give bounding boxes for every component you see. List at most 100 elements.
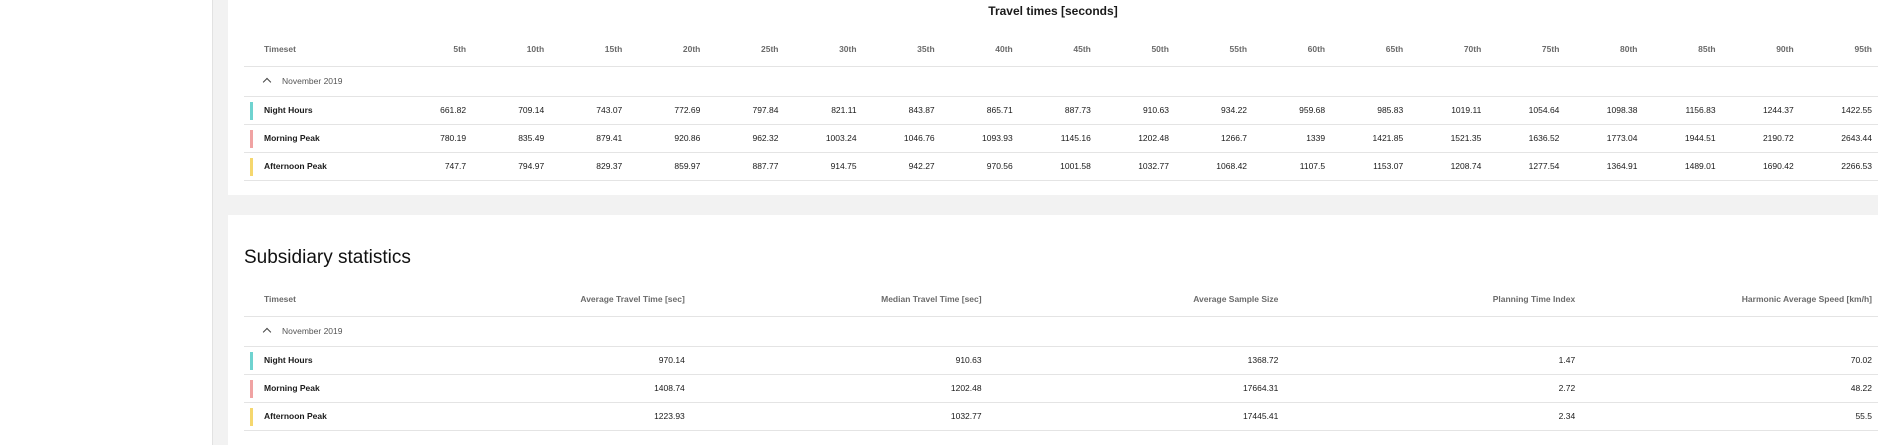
row-label-cell: Night Hours — [244, 346, 394, 375]
table-cell: 48.22 — [1581, 374, 1878, 403]
column-header[interactable]: Average Sample Size — [987, 282, 1285, 317]
column-header[interactable]: 65th — [1331, 32, 1410, 67]
group-label: November 2019 — [282, 326, 343, 336]
chevron-up-icon[interactable] — [262, 77, 272, 87]
column-header[interactable]: 45th — [1018, 32, 1097, 67]
table-cell: 780.19 — [394, 124, 473, 153]
table-cell: 1153.07 — [1331, 152, 1410, 181]
column-header[interactable]: Average Travel Time [sec] — [394, 282, 691, 317]
travel-times-table: Timeset 5th 10th 15th 20th 25th 30th 35th 40th 45… — [244, 32, 1878, 181]
column-header[interactable]: 30th — [784, 32, 863, 67]
table-cell: 1019.11 — [1409, 96, 1488, 125]
column-header[interactable]: 25th — [706, 32, 785, 67]
column-header[interactable]: 15th — [550, 32, 629, 67]
table-cell: 709.14 — [472, 96, 551, 125]
table-cell: 2643.44 — [1799, 124, 1878, 153]
travel-times-card: Travel times [seconds] Timeset 5th 10th 15t… — [228, 0, 1878, 195]
table-cell: 962.32 — [706, 124, 785, 153]
travel-times-title: Travel times [seconds] — [988, 4, 1118, 18]
table-cell: 1339 — [1253, 124, 1332, 153]
column-header[interactable]: Planning Time Index — [1284, 282, 1582, 317]
table-row: Morning Peak 1408.74 1202.48 17664.31 2.72 48… — [244, 374, 1878, 403]
table-cell: 1046.76 — [862, 124, 941, 153]
table-cell: 910.63 — [1096, 96, 1175, 125]
table-cell: 934.22 — [1174, 96, 1254, 125]
group-row[interactable]: November 2019 — [244, 316, 1878, 347]
table-cell: 1422.55 — [1799, 96, 1878, 125]
table-cell: 859.97 — [628, 152, 707, 181]
series-color-swatch — [250, 101, 253, 120]
column-header[interactable]: 75th — [1487, 32, 1566, 67]
row-label-cell: Night Hours — [244, 96, 394, 125]
table-cell: 865.71 — [940, 96, 1019, 125]
group-row[interactable]: November 2019 — [244, 66, 1878, 97]
subsidiary-statistics-table: Timeset Average Travel Time [sec] Median T… — [244, 282, 1878, 431]
travel-times-header-row: Timeset 5th 10th 15th 20th 25th 30th 35th 40th 45… — [244, 32, 1878, 67]
table-cell: 2266.53 — [1799, 152, 1878, 181]
table-row: Afternoon Peak 1223.93 1032.77 17445.41 2.34… — [244, 402, 1878, 431]
table-cell: 1145.16 — [1018, 124, 1097, 153]
column-header[interactable]: 10th — [472, 32, 551, 67]
table-row: Night Hours 970.14 910.63 1368.72 1.47 70.02 — [244, 346, 1878, 375]
table-cell: 1208.74 — [1409, 152, 1488, 181]
table-cell: 879.41 — [550, 124, 629, 153]
table-cell: 55.5 — [1581, 402, 1878, 431]
table-row: Morning Peak 780.19 835.49 879.41 920.86 962.… — [244, 124, 1878, 153]
table-cell: 1156.83 — [1643, 96, 1722, 125]
table-cell: 797.84 — [706, 96, 785, 125]
column-header[interactable]: 60th — [1253, 32, 1332, 67]
column-header[interactable]: 50th — [1096, 32, 1175, 67]
column-header[interactable]: 90th — [1721, 32, 1800, 67]
table-cell: 843.87 — [862, 96, 941, 125]
column-header[interactable]: 5th — [394, 32, 473, 67]
column-header[interactable]: Median Travel Time [sec] — [690, 282, 988, 317]
column-header[interactable]: 95th — [1799, 32, 1878, 67]
table-cell: 970.56 — [940, 152, 1019, 181]
table-cell: 17664.31 — [987, 374, 1285, 403]
column-header[interactable]: 85th — [1643, 32, 1722, 67]
table-cell: 1.47 — [1284, 346, 1582, 375]
table-cell: 1223.93 — [394, 402, 691, 431]
table-cell: 959.68 — [1253, 96, 1332, 125]
row-label: Morning Peak — [264, 133, 320, 143]
table-cell: 914.75 — [784, 152, 863, 181]
table-row: Night Hours 661.82 709.14 743.07 772.69 797.8… — [244, 96, 1878, 125]
chevron-up-icon[interactable] — [262, 327, 272, 337]
table-cell: 887.77 — [706, 152, 785, 181]
table-cell: 985.83 — [1331, 96, 1410, 125]
column-header[interactable]: 40th — [940, 32, 1019, 67]
group-label: November 2019 — [282, 76, 343, 86]
row-label: Afternoon Peak — [264, 411, 327, 421]
table-cell: 1368.72 — [987, 346, 1285, 375]
column-header[interactable]: Harmonic Average Speed [km/h] — [1581, 282, 1878, 317]
table-cell: 1003.24 — [784, 124, 863, 153]
table-cell: 1636.52 — [1487, 124, 1566, 153]
column-header[interactable]: 70th — [1409, 32, 1488, 67]
subsidiary-statistics-title: Subsidiary statistics — [244, 247, 411, 268]
column-header[interactable]: 20th — [628, 32, 707, 67]
table-cell: 794.97 — [472, 152, 551, 181]
column-header[interactable]: 35th — [862, 32, 941, 67]
table-cell: 942.27 — [862, 152, 941, 181]
row-label: Night Hours — [264, 355, 313, 365]
table-cell: 772.69 — [628, 96, 707, 125]
table-cell: 1068.42 — [1174, 152, 1254, 181]
subsidiary-header-row: Timeset Average Travel Time [sec] Median T… — [244, 282, 1878, 317]
series-color-swatch — [250, 379, 253, 398]
column-header-timeset[interactable]: Timeset — [244, 32, 394, 67]
table-cell: 1244.37 — [1721, 96, 1800, 125]
series-color-swatch — [250, 157, 253, 176]
table-row: Afternoon Peak 747.7 794.97 829.37 859.97 887… — [244, 152, 1878, 181]
row-label-cell: Morning Peak — [244, 374, 394, 403]
table-cell: 1093.93 — [940, 124, 1019, 153]
series-color-swatch — [250, 351, 253, 370]
table-cell: 910.63 — [690, 346, 988, 375]
column-header[interactable]: 80th — [1565, 32, 1644, 67]
column-header-timeset[interactable]: Timeset — [244, 282, 394, 317]
series-color-swatch — [250, 129, 253, 148]
table-cell: 829.37 — [550, 152, 629, 181]
table-cell: 747.7 — [394, 152, 473, 181]
table-cell: 743.07 — [550, 96, 629, 125]
table-cell: 2.72 — [1284, 374, 1582, 403]
column-header[interactable]: 55th — [1174, 32, 1254, 67]
